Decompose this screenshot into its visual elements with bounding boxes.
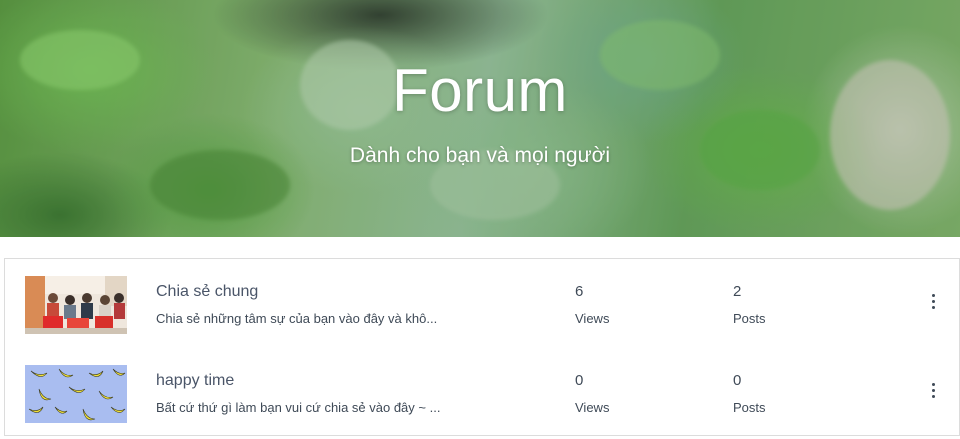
views-label: Views bbox=[575, 400, 610, 415]
views-count: 0 bbox=[575, 372, 584, 389]
forum-category-list: Chia sẻ chung Chia sẻ những tâm sự của b… bbox=[4, 258, 960, 436]
more-vertical-icon[interactable] bbox=[923, 378, 943, 402]
views-label: Views bbox=[575, 311, 610, 326]
category-thumbnail[interactable] bbox=[25, 276, 127, 334]
category-thumbnail[interactable] bbox=[25, 365, 127, 423]
category-name[interactable]: Chia sẻ chung bbox=[156, 283, 258, 301]
page-title: Forum bbox=[392, 57, 568, 124]
posts-count: 0 bbox=[733, 372, 742, 389]
posts-label: Posts bbox=[733, 400, 766, 415]
forum-category-row[interactable]: Chia sẻ chung Chia sẻ những tâm sự của b… bbox=[5, 259, 959, 347]
hero-banner: Forum Dành cho bạn và mọi người bbox=[0, 0, 960, 237]
posts-label: Posts bbox=[733, 311, 766, 326]
category-description: Bất cứ thứ gì làm bạn vui cứ chia sẻ vào… bbox=[156, 400, 441, 415]
category-description: Chia sẻ những tâm sự của bạn vào đây và … bbox=[156, 311, 438, 326]
views-count: 6 bbox=[575, 283, 584, 300]
category-name[interactable]: happy time bbox=[156, 372, 234, 390]
posts-count: 2 bbox=[733, 283, 742, 300]
more-vertical-icon[interactable] bbox=[923, 289, 943, 313]
forum-category-row[interactable]: happy time Bất cứ thứ gì làm bạn vui cứ … bbox=[5, 348, 959, 436]
page-subtitle: Dành cho bạn và mọi người bbox=[349, 144, 611, 167]
